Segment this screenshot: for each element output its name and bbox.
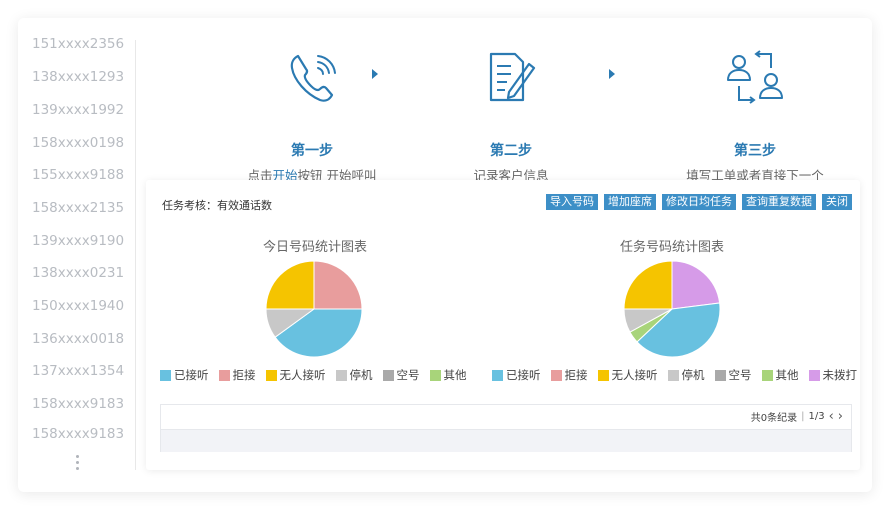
chevron-right-icon[interactable]: › [838,410,843,423]
step-1-title: 第一步 [291,143,333,159]
legend-label: 其他 [775,368,799,382]
legend-item[interactable]: 空号 [714,367,752,383]
legend-label: 停机 [681,368,705,382]
legend-item[interactable]: 无人接听 [265,367,326,383]
legend-item[interactable]: 未拨打 [808,367,858,383]
phone-number-item[interactable]: 150xxxx1940 [32,298,124,314]
phone-number-item[interactable]: 151xxxx2356 [32,36,124,52]
chart-title: 任务号码统计图表 [619,240,724,255]
document-edit-icon [489,52,536,102]
record-count: 共0条纪录 [750,413,798,424]
phone-number-item[interactable]: 158xxxx0198 [32,135,124,151]
legend-swatch [808,369,820,381]
legend-swatch [160,369,171,381]
step-arrow-icon [372,69,378,79]
legend-label: 已接听 [174,368,209,382]
task-assessment-label: 任务考核：有效通话数 [162,199,272,212]
chart-legend: 已接听 拒接 无人接听 停机 空号 其他 未拨打 [492,367,857,383]
pagination: 共0条纪录 | 1/3 ‹ › [750,409,843,425]
pie-slice-无人接听[interactable] [265,260,315,310]
legend-swatch [335,369,347,381]
legend-item[interactable]: 停机 [335,367,373,383]
legend-swatch [761,369,773,381]
legend-swatch [714,369,726,381]
call-workbench-card: 151xxxx2356 138xxxx1293 139xxxx1992 158x… [18,18,872,492]
legend-label: 拒接 [564,368,588,382]
step-2-title: 第二步 [490,143,532,159]
pie-chart [623,260,721,358]
phone-number-item[interactable]: 158xxxx9183 [32,396,124,412]
phone-number-item[interactable]: 139xxxx9190 [32,233,124,249]
legend-item[interactable]: 停机 [667,367,705,383]
phone-number-item[interactable]: 139xxxx1992 [32,102,124,118]
pie-slice-无人接听[interactable] [623,260,673,310]
legend-label: 无人接听 [279,368,326,382]
legend-item[interactable]: 空号 [382,367,420,383]
legend-label: 未拨打 [822,368,858,382]
import-numbers-button[interactable]: 导入号码 [546,194,598,210]
legend-swatch [382,369,394,381]
phone-icon [290,54,336,102]
pager-separator: | [801,411,805,422]
pie-slice-未拨打[interactable] [671,260,721,310]
legend-item[interactable]: 已接听 [492,367,541,383]
legend-item[interactable]: 其他 [761,367,799,383]
legend-swatch [550,369,562,381]
records-table: 共0条纪录 | 1/3 ‹ › [160,404,852,452]
query-duplicates-button[interactable]: 查询重复数据 [742,194,816,210]
transfer-users-icon [727,50,783,104]
pie-slice-拒接[interactable] [313,260,363,310]
legend-item[interactable]: 拒接 [550,367,588,383]
legend-swatch [429,369,441,381]
step-3-title: 第三步 [734,143,776,159]
legend-label: 无人接听 [611,368,658,382]
phone-number-item[interactable]: 155xxxx9188 [32,167,124,183]
statistics-panel: 任务考核：有效通话数 导入号码 增加座席 修改日均任务 查询重复数据 关闭 今日… [146,180,860,470]
step-arrow-icon [609,69,615,79]
panel-toolbar: 导入号码 增加座席 修改日均任务 查询重复数据 关闭 [546,194,852,210]
pie-chart [265,260,363,358]
phone-number-item[interactable]: 158xxxx9183 [32,426,124,442]
more-icon[interactable] [76,455,80,473]
phone-number-item[interactable]: 136xxxx0018 [32,331,124,347]
list-divider [135,40,136,470]
legend-swatch [218,369,230,381]
legend-swatch [597,369,609,381]
legend-item[interactable]: 其他 [429,367,467,383]
chevron-left-icon[interactable]: ‹ [829,410,834,423]
close-button[interactable]: 关闭 [822,194,852,210]
legend-item[interactable]: 无人接听 [597,367,658,383]
legend-label: 空号 [396,368,420,382]
phone-number-item[interactable]: 137xxxx1354 [32,363,124,379]
legend-swatch [667,369,679,381]
chart-legend: 已接听 拒接 无人接听 停机 空号 其他 [160,367,467,383]
page-indicator: 1/3 [808,411,825,422]
add-seat-button[interactable]: 增加座席 [604,194,656,210]
edit-daily-task-button[interactable]: 修改日均任务 [662,194,736,210]
table-body [161,429,851,452]
legend-label: 停机 [349,368,373,382]
phone-number-item[interactable]: 158xxxx2135 [32,200,124,216]
legend-label: 拒接 [232,368,256,382]
legend-swatch [492,369,503,381]
phone-number-item[interactable]: 138xxxx0231 [32,265,124,281]
legend-item[interactable]: 拒接 [218,367,256,383]
chart-title: 今日号码统计图表 [262,240,367,255]
legend-item[interactable]: 已接听 [160,367,209,383]
legend-label: 已接听 [506,368,541,382]
legend-label: 其他 [443,368,467,382]
phone-number-item[interactable]: 138xxxx1293 [32,69,124,85]
legend-label: 空号 [728,368,752,382]
legend-swatch [265,369,277,381]
